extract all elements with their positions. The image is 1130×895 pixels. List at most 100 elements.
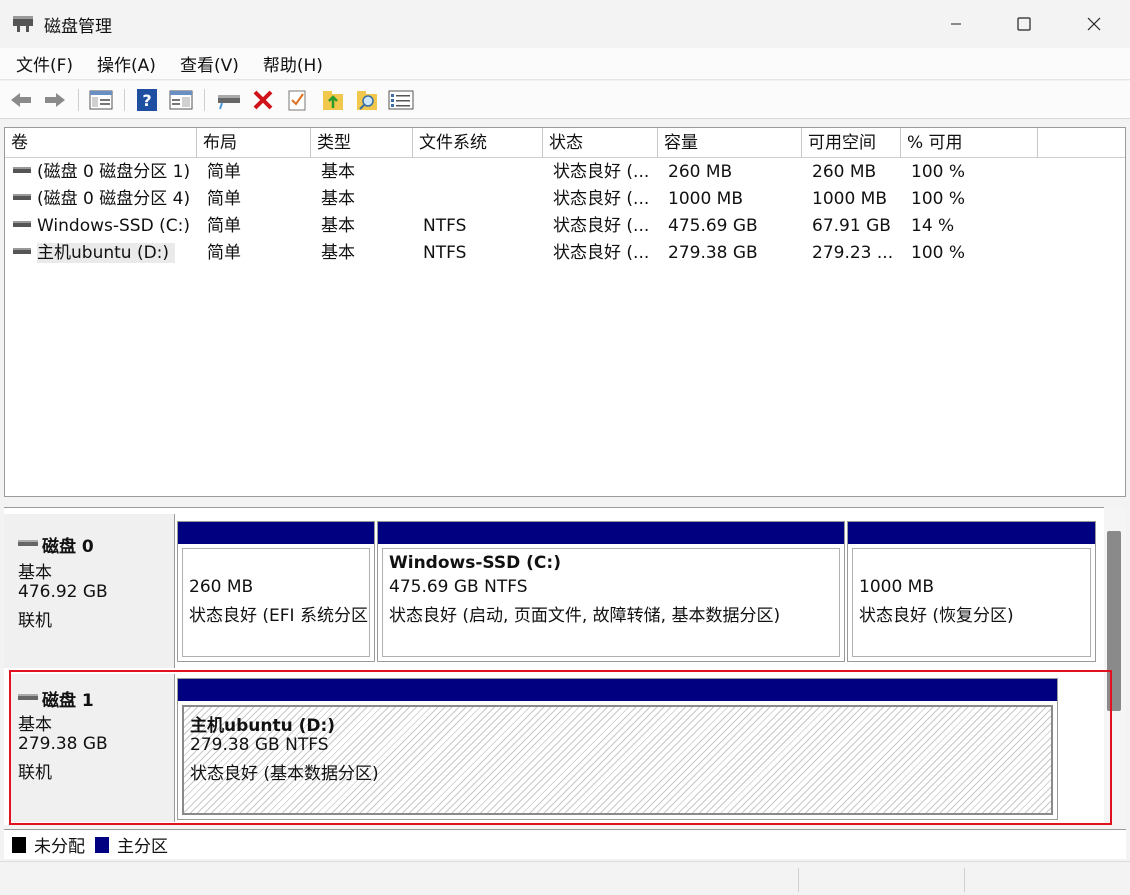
volume-layout: 简单 <box>207 189 241 209</box>
properties-icon[interactable] <box>168 87 194 113</box>
volume-status: 状态良好 (... <box>553 162 650 182</box>
legend-swatch-primary <box>95 836 109 853</box>
partition-primary-bar <box>848 522 1095 544</box>
status-bar <box>0 861 1130 895</box>
close-button[interactable] <box>1060 0 1128 48</box>
folder-up-icon[interactable] <box>320 87 346 113</box>
volume-name: (磁盘 0 磁盘分区 4) <box>37 189 191 209</box>
toolbar: ? <box>0 81 1130 119</box>
forward-icon[interactable] <box>42 87 68 113</box>
volume-status: 状态良好 (... <box>553 216 650 236</box>
partition-windows-ssd[interactable]: Windows-SSD (C:) 475.69 GB NTFS 状态良好 (启动… <box>377 521 845 662</box>
minimize-button[interactable] <box>922 0 990 48</box>
drive-icon <box>13 194 31 200</box>
legend-swatch-unallocated <box>12 836 26 853</box>
disk-graphical-view: 磁盘 0 基本 476.92 GB 联机 260 MB 状态良好 (EFI 系统… <box>4 507 1126 825</box>
volume-filesystem <box>419 186 543 213</box>
partition-ubuntu[interactable]: 主机ubuntu (D:) 279.38 GB NTFS 状态良好 (基本数据分… <box>177 678 1058 820</box>
column-header-filesystem[interactable]: 文件系统 <box>413 128 543 158</box>
volume-type: 基本 <box>321 216 355 236</box>
folder-search-icon[interactable] <box>354 87 380 113</box>
checklist-icon[interactable] <box>284 87 310 113</box>
partition-size: 279.38 GB NTFS <box>190 735 329 755</box>
volume-layout: 简单 <box>207 162 241 182</box>
status-divider <box>798 868 799 892</box>
volume-row[interactable]: (磁盘 0 磁盘分区 1) 简单 基本 状态良好 (... 260 MB 260… <box>5 159 1125 186</box>
drive-icon <box>13 221 31 227</box>
volume-name: 主机ubuntu (D:) <box>37 243 176 263</box>
menu-view[interactable]: 查看(V) <box>172 51 247 76</box>
toolbar-separator <box>78 89 79 111</box>
partition-size: 475.69 GB NTFS <box>389 577 528 597</box>
partition-status: 状态良好 (启动, 页面文件, 故障转储, 基本数据分区) <box>389 606 781 626</box>
partition-size: 260 MB <box>189 577 254 597</box>
disk-size: 476.92 GB <box>18 582 108 602</box>
column-header-status[interactable]: 状态 <box>543 128 658 158</box>
column-header-type[interactable]: 类型 <box>311 128 413 158</box>
volume-row[interactable]: Windows-SSD (C:) 简单 基本 NTFS 状态良好 (... 47… <box>5 213 1125 240</box>
volume-type: 基本 <box>321 243 355 263</box>
volume-layout: 简单 <box>207 216 241 236</box>
volume-name: (磁盘 0 磁盘分区 1) <box>37 162 191 182</box>
partition-primary-bar <box>178 522 374 544</box>
partition-efi[interactable]: 260 MB 状态良好 (EFI 系统分区) <box>177 521 375 662</box>
show-hide-console-tree-icon[interactable] <box>88 87 114 113</box>
partition-primary-bar <box>378 522 844 544</box>
disk-0-label[interactable]: 磁盘 0 基本 476.92 GB 联机 <box>4 514 175 668</box>
volume-capacity: 260 MB <box>668 162 733 182</box>
legend-label-primary: 主分区 <box>117 837 168 857</box>
volume-capacity: 1000 MB <box>668 189 743 209</box>
menu-file[interactable]: 文件(F) <box>8 51 81 76</box>
column-header-free-space[interactable]: 可用空间 <box>802 128 901 158</box>
volume-status: 状态良好 (... <box>553 189 650 209</box>
column-header-layout[interactable]: 布局 <box>197 128 311 158</box>
pane-splitter[interactable] <box>0 497 1130 507</box>
volume-status: 状态良好 (... <box>553 243 650 263</box>
menu-bar: 文件(F) 操作(A) 查看(V) 帮助(H) <box>0 48 1130 80</box>
partition-name: 主机ubuntu (D:) <box>190 716 336 736</box>
help-icon[interactable]: ? <box>134 87 160 113</box>
volume-row[interactable]: (磁盘 0 磁盘分区 4) 简单 基本 状态良好 (... 1000 MB 10… <box>5 186 1125 213</box>
volume-row[interactable]: 主机ubuntu (D:) 简单 基本 NTFS 状态良好 (... 279.3… <box>5 240 1125 267</box>
status-divider <box>964 868 965 892</box>
partition-name <box>189 553 363 577</box>
volume-name: Windows-SSD (C:) <box>37 216 190 236</box>
partition-name <box>859 553 1084 577</box>
menu-action[interactable]: 操作(A) <box>89 51 164 76</box>
svg-text:?: ? <box>142 91 151 110</box>
delete-icon[interactable] <box>250 87 276 113</box>
volume-capacity: 475.69 GB <box>668 216 758 236</box>
back-icon[interactable] <box>8 87 34 113</box>
column-header-capacity[interactable]: 容量 <box>658 128 802 158</box>
maximize-button[interactable] <box>990 0 1058 48</box>
partition-status: 状态良好 (恢复分区) <box>859 606 1014 626</box>
window-title: 磁盘管理 <box>44 17 112 37</box>
volume-list-header: 卷 布局 类型 文件系统 状态 容量 可用空间 % 可用 <box>5 128 1125 158</box>
column-header-percent-free[interactable]: % 可用 <box>901 128 1038 158</box>
disk-1-label[interactable]: 磁盘 1 基本 279.38 GB 联机 <box>10 674 175 822</box>
drive-icon <box>13 248 31 254</box>
menu-help[interactable]: 帮助(H) <box>255 51 331 76</box>
volume-free-space: 1000 MB <box>812 189 887 209</box>
scrollbar-thumb[interactable] <box>1107 531 1121 711</box>
connect-drive-icon[interactable] <box>216 87 242 113</box>
volume-percent-free: 100 % <box>911 189 966 209</box>
partition-status: 状态良好 (基本数据分区) <box>190 764 379 784</box>
disk-size: 279.38 GB <box>18 734 108 754</box>
volume-type: 基本 <box>321 162 355 182</box>
partition-recovery[interactable]: 1000 MB 状态良好 (恢复分区) <box>847 521 1096 662</box>
settings-list-icon[interactable] <box>388 87 414 113</box>
disk-type: 基本 <box>18 563 52 583</box>
title-bar: 磁盘管理 <box>0 0 1130 48</box>
disk-icon <box>18 540 38 546</box>
volume-filesystem: NTFS <box>423 216 467 236</box>
column-header-volume[interactable]: 卷 <box>5 128 197 158</box>
volume-list: 卷 布局 类型 文件系统 状态 容量 可用空间 % 可用 (磁盘 0 磁盘分区 … <box>4 127 1126 497</box>
disk-view-scrollbar[interactable] <box>1104 507 1126 825</box>
partition-status: 状态良好 (EFI 系统分区) <box>189 606 370 626</box>
volume-percent-free: 14 % <box>911 216 955 236</box>
legend-label-unallocated: 未分配 <box>34 837 85 857</box>
volume-free-space: 260 MB <box>812 162 877 182</box>
legend: 未分配 主分区 <box>4 829 1126 859</box>
volume-free-space: 279.23 ... <box>812 243 894 263</box>
